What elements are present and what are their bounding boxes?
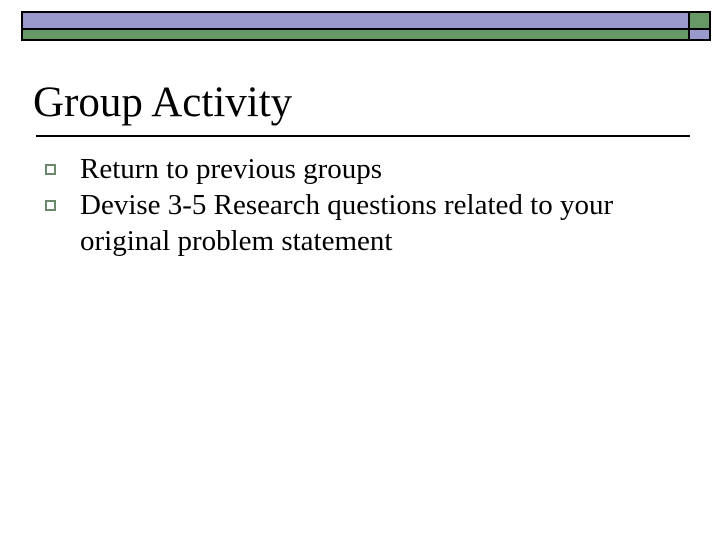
hollow-square-bullet-icon — [45, 200, 56, 211]
decorative-header-bar — [21, 11, 711, 41]
bullet-text: Return to previous groups — [80, 153, 383, 185]
header-bar-top-right — [690, 13, 709, 28]
header-bar-top-left — [23, 13, 688, 28]
bullet-item: Return to previous groups — [43, 151, 693, 187]
bullet-item: Devise 3-5 Research questions related to… — [43, 187, 693, 259]
header-bar-bottom-left — [23, 30, 688, 39]
bullet-text: Devise 3-5 Research questions related to… — [80, 189, 614, 257]
hollow-square-bullet-icon — [45, 164, 56, 175]
slide-title: Group Activity — [33, 79, 293, 126]
header-bar-bottom-right — [690, 30, 709, 39]
bullet-list: Return to previous groups Devise 3-5 Res… — [43, 151, 693, 259]
title-underline-divider — [36, 135, 690, 137]
